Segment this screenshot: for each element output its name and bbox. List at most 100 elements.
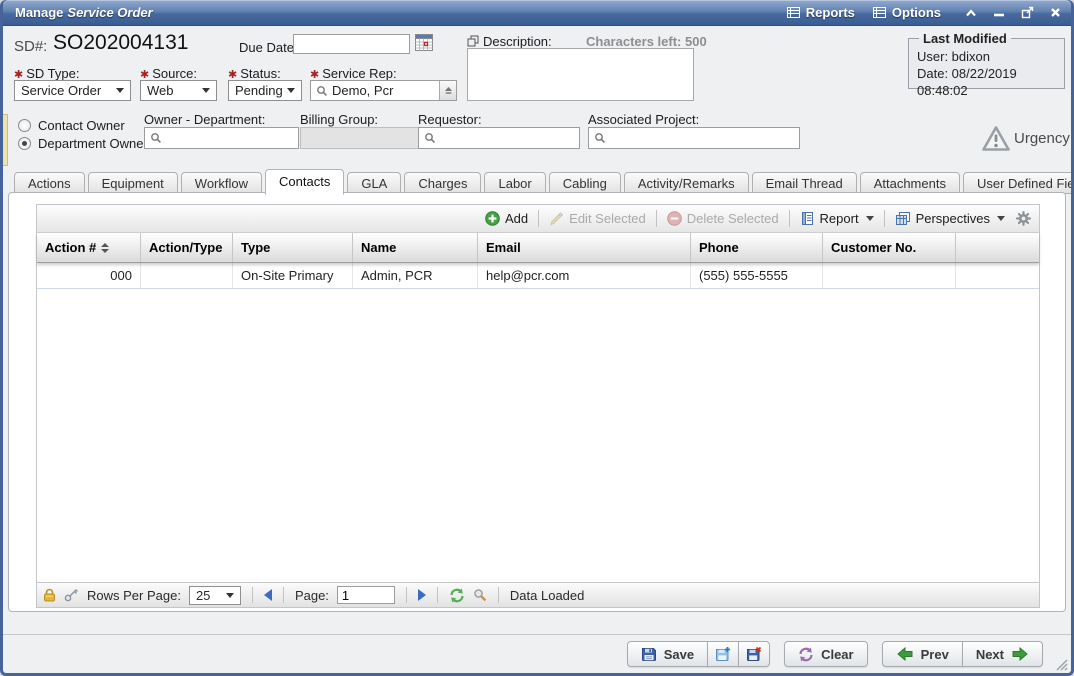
search-icon	[316, 85, 328, 97]
save-and-new-button[interactable]	[707, 641, 739, 667]
page-input[interactable]	[337, 586, 395, 604]
tab-attachments[interactable]: Attachments	[860, 172, 960, 194]
popout-button[interactable]	[1021, 6, 1034, 19]
next-button[interactable]: Next	[962, 641, 1043, 667]
status-select[interactable]: Pending	[228, 80, 302, 101]
due-date-label: Due Date:	[239, 40, 298, 55]
prev-button[interactable]: Prev	[882, 641, 963, 667]
delete-icon	[667, 211, 682, 226]
tab-actions[interactable]: Actions	[14, 172, 85, 194]
save-button[interactable]: Save	[627, 641, 708, 667]
column-header-name[interactable]: Name	[353, 233, 478, 262]
add-button[interactable]: Add	[485, 211, 528, 226]
grid-toolbar: Add Edit Selected Delete Selected Report	[37, 205, 1039, 233]
search-icon	[150, 132, 162, 144]
status-label: ✱Status:	[228, 66, 281, 81]
rows-per-page-select[interactable]: 25	[189, 586, 241, 605]
department-owner-radio[interactable]: Department Owner	[18, 136, 148, 151]
service-rep-value: Demo, Pcr	[332, 83, 435, 98]
cell-blank	[956, 263, 1039, 288]
rows-per-page-label: Rows Per Page:	[87, 588, 181, 603]
service-rep-picker[interactable]: Demo, Pcr	[310, 80, 457, 101]
table-row[interactable]: 000 On-Site Primary Admin, PCR help@pcr.…	[37, 263, 1039, 289]
requestor-input[interactable]	[418, 127, 580, 149]
urgency-button[interactable]	[981, 125, 1011, 152]
tab-contacts[interactable]: Contacts	[265, 169, 344, 195]
refresh-button[interactable]	[449, 588, 465, 603]
owner-department-input[interactable]	[144, 127, 299, 149]
next-page-button[interactable]	[418, 589, 426, 601]
popout-icon	[1021, 6, 1034, 19]
window-title-emphasis: Service Order	[67, 5, 152, 20]
grid-body: 000 On-Site Primary Admin, PCR help@pcr.…	[37, 263, 1039, 582]
tab-equipment[interactable]: Equipment	[88, 172, 178, 194]
tab-activity-remarks[interactable]: Activity/Remarks	[624, 172, 749, 194]
tab-workflow[interactable]: Workflow	[181, 172, 262, 194]
description-label: Description:	[483, 34, 552, 49]
minimize-button[interactable]	[993, 8, 1005, 18]
due-date-input[interactable]	[293, 34, 410, 54]
footer-separator	[283, 587, 284, 603]
bottom-action-bar: Save Clear Prev Next	[3, 634, 1071, 673]
description-expand-button[interactable]	[467, 35, 479, 47]
chevron-down-icon	[226, 593, 234, 598]
source-label: ✱Source:	[140, 66, 197, 81]
tab-labor[interactable]: Labor	[484, 172, 545, 194]
column-header-email[interactable]: Email	[478, 233, 691, 262]
sd-number-label: SD#:	[14, 38, 47, 55]
associated-project-label: Associated Project:	[588, 112, 699, 127]
calendar-button[interactable]	[414, 33, 435, 53]
column-header-action-number[interactable]: Action #	[37, 233, 141, 262]
key-icon	[64, 588, 79, 602]
side-panel-handle[interactable]	[3, 114, 8, 166]
clear-button[interactable]: Clear	[784, 641, 868, 667]
column-header-customer-no[interactable]: Customer No.	[823, 233, 956, 262]
billing-group-label: Billing Group:	[300, 112, 378, 127]
column-header-action-type[interactable]: Action/Type	[141, 233, 233, 262]
perspectives-icon	[895, 211, 911, 226]
grid-footer: Rows Per Page: 25 Page: Data Loaded	[37, 582, 1039, 607]
tab-cabling[interactable]: Cabling	[549, 172, 621, 194]
grid-key-button[interactable]	[64, 588, 79, 602]
calendar-icon	[414, 33, 435, 53]
options-menu-button[interactable]: Options	[873, 5, 941, 20]
source-select[interactable]: Web	[140, 80, 217, 101]
tab-user-defined-fields[interactable]: User Defined Fields	[963, 172, 1071, 194]
save-new-icon	[715, 646, 731, 662]
perspectives-button[interactable]: Perspectives	[895, 211, 1005, 226]
chevron-down-icon	[287, 88, 295, 93]
grid-search-button[interactable]	[473, 588, 487, 602]
cell-type: On-Site Primary	[233, 263, 353, 288]
description-textarea[interactable]	[467, 48, 694, 101]
column-header-phone[interactable]: Phone	[691, 233, 823, 262]
report-button[interactable]: Report	[800, 211, 874, 226]
lock-button[interactable]	[43, 588, 56, 602]
toolbar-separator	[789, 210, 790, 227]
save-and-close-button[interactable]	[738, 641, 770, 667]
column-header-blank	[956, 233, 1039, 262]
tab-email-thread[interactable]: Email Thread	[752, 172, 857, 194]
edit-selected-button[interactable]: Edit Selected	[549, 211, 646, 226]
column-header-type[interactable]: Type	[233, 233, 353, 262]
tab-charges[interactable]: Charges	[404, 172, 481, 194]
window-title: Manage Service Order	[15, 5, 153, 20]
chevron-down-icon	[997, 216, 1005, 221]
delete-selected-button[interactable]: Delete Selected	[667, 211, 779, 226]
cell-name: Admin, PCR	[353, 263, 478, 288]
previous-page-button[interactable]	[264, 589, 272, 601]
close-button[interactable]	[1050, 7, 1061, 18]
associated-project-input[interactable]	[588, 127, 800, 149]
service-rep-lookup-button[interactable]	[439, 81, 456, 100]
tab-gla[interactable]: GLA	[347, 172, 401, 194]
reports-menu-button[interactable]: Reports	[787, 5, 855, 20]
last-modified-date: Date: 08/22/2019 08:48:02	[917, 65, 1056, 99]
sd-type-select[interactable]: Service Order	[14, 80, 131, 101]
grid-settings-button[interactable]	[1016, 211, 1031, 226]
service-rep-label: ✱Service Rep:	[310, 66, 397, 81]
resize-grip[interactable]	[1052, 655, 1068, 671]
window-title-main: Manage	[15, 5, 63, 20]
chevron-down-icon	[202, 88, 210, 93]
toolbar-separator	[656, 210, 657, 227]
contact-owner-radio[interactable]: Contact Owner	[18, 118, 125, 133]
collapse-button[interactable]	[965, 9, 977, 17]
